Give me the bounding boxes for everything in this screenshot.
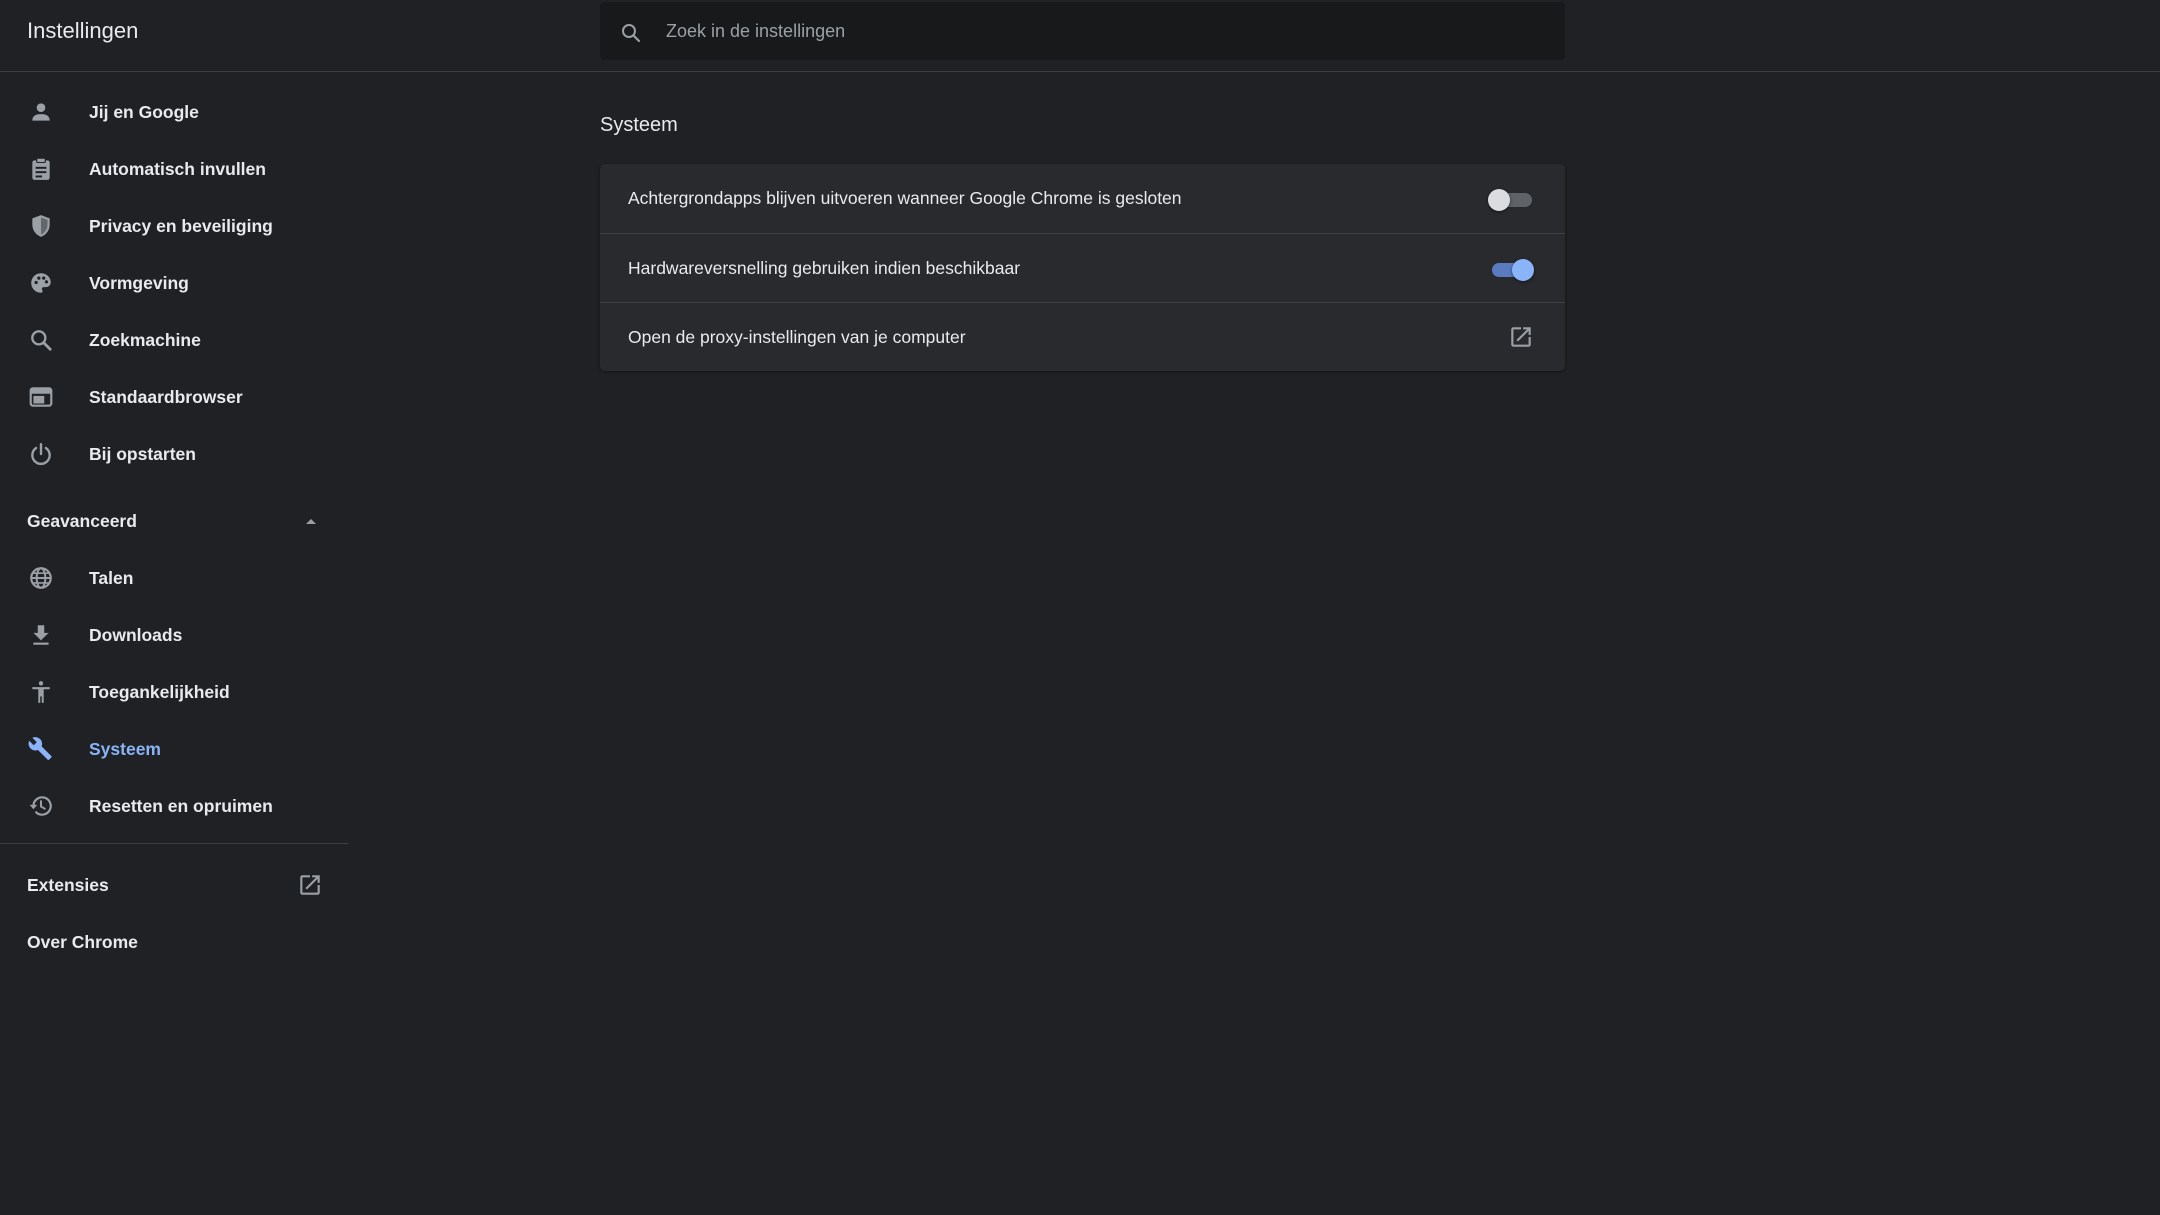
setting-label: Achtergrondapps blijven uitvoeren wannee… [628,188,1182,208]
sidebar-item-standaardbrowser[interactable]: Standaardbrowser [0,371,348,423]
sidebar-item-label: Talen [89,567,134,588]
sidebar-item-label: Standaardbrowser [89,386,243,407]
hardware-acceleration-toggle[interactable] [1488,258,1534,281]
sidebar-item-label: Jij en Google [89,101,199,122]
sidebar-item-systeem[interactable]: Systeem [0,723,348,775]
section-title: Systeem [600,114,678,136]
sidebar-item-toegankelijkheid[interactable]: Toegankelijkheid [0,666,348,718]
settings-card: Achtergrondapps blijven uitvoeren wannee… [600,164,1565,371]
setting-label: Hardwareversnelling gebruiken indien bes… [628,258,1021,278]
setting-row-background-apps[interactable]: Achtergrondapps blijven uitvoeren wannee… [600,164,1565,233]
sidebar-item-resetten[interactable]: Resetten en opruimen [0,780,348,832]
search-input[interactable] [664,2,1544,60]
sidebar-item-label: Systeem [89,738,161,759]
external-link-icon [300,875,320,895]
advanced-section-toggle[interactable]: Geavanceerd [0,496,348,548]
sidebar-item-vormgeving[interactable]: Vormgeving [0,257,348,309]
wrench-icon [28,737,52,760]
shield-icon [32,215,50,237]
person-icon [32,103,50,121]
about-chrome-label: Over Chrome [27,932,138,952]
globe-icon [30,567,52,589]
page-title: Instellingen [27,18,139,43]
sidebar-link-extensies[interactable]: Extensies [0,860,348,912]
sidebar-item-label: Vormgeving [89,272,189,293]
sidebar-item-label: Privacy en beveiliging [89,215,273,236]
browser-window-icon [29,387,53,407]
sidebar-item-bij-opstarten[interactable]: Bij opstarten [0,428,348,480]
sidebar-item-label: Automatisch invullen [89,158,266,179]
top-bar: Instellingen [0,0,2160,72]
search-icon [622,24,641,43]
setting-label: Open de proxy-instellingen van je comput… [628,327,966,347]
download-icon [33,625,49,645]
sidebar-link-over-chrome[interactable]: Over Chrome [0,917,348,969]
sidebar-item-label: Resetten en opruimen [89,795,273,816]
sidebar-item-label: Zoekmachine [89,329,201,350]
sidebar-item-label: Downloads [89,624,183,645]
sidebar-item-privacy[interactable]: Privacy en beveiliging [0,200,348,252]
sidebar: Jij en Google Automatisch invullen Priva… [0,72,348,1215]
search-box[interactable] [600,2,1565,60]
setting-row-proxy[interactable]: Open de proxy-instellingen van je comput… [600,302,1565,371]
sidebar-item-talen[interactable]: Talen [0,552,348,604]
chevron-up-icon [306,519,316,524]
sidebar-item-jij-en-google[interactable]: Jij en Google [0,86,348,138]
sidebar-item-downloads[interactable]: Downloads [0,609,348,661]
power-icon [31,443,51,466]
search-icon [31,330,52,351]
external-link-icon[interactable] [1508,324,1534,350]
background-apps-toggle[interactable] [1488,188,1534,211]
palette-icon [31,273,51,293]
history-icon [29,796,52,816]
accessibility-icon [32,681,50,703]
toggle-knob [1488,189,1510,211]
sidebar-item-zoekmachine[interactable]: Zoekmachine [0,314,348,366]
extensions-label: Extensies [27,875,109,895]
clipboard-icon [32,157,50,180]
sidebar-item-label: Toegankelijkheid [89,681,230,702]
sidebar-item-label: Bij opstarten [89,443,196,464]
toggle-knob [1512,259,1534,281]
sidebar-item-automatisch-invullen[interactable]: Automatisch invullen [0,143,348,195]
setting-row-hardware-acceleration[interactable]: Hardwareversnelling gebruiken indien bes… [600,233,1565,302]
advanced-section-label: Geavanceerd [27,511,137,531]
sidebar-divider [0,843,348,844]
